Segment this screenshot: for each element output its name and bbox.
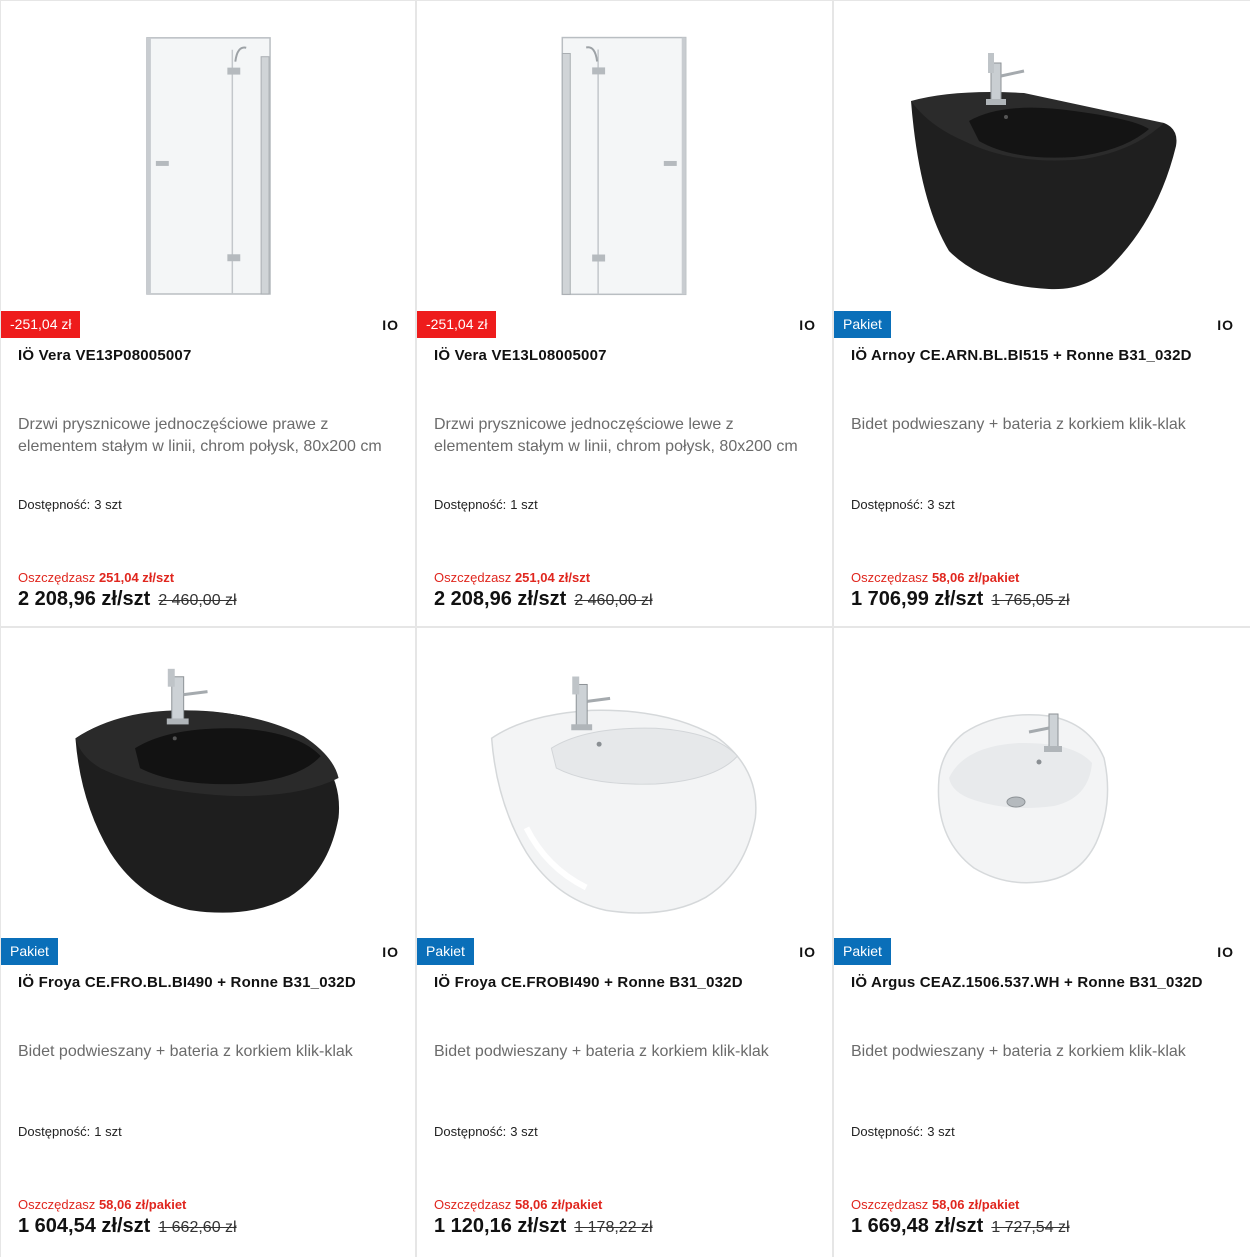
savings-amount: 58,06 zł/pakiet [514, 1197, 603, 1212]
bidet-image [75, 668, 340, 913]
savings-amount: 251,04 zł/szt [98, 570, 175, 585]
savings-label: Oszczędzasz [851, 1197, 929, 1212]
product-title[interactable]: IÖ Arnoy CE.ARN.BL.BI515 + Ronne B31_032… [851, 347, 1240, 364]
product-description: Bidet podwieszany + bateria z korkiem kl… [18, 1043, 353, 1060]
product-card[interactable]: Pakiet IO IÖ Froya CE.FROBI490 + Ronne B… [417, 628, 834, 1257]
product-card[interactable]: -251,04 zł IO IÖ Vera VE13P08005007 Drzw… [0, 0, 417, 628]
bidet-image [490, 676, 757, 914]
availability-value: 3 szt [510, 1124, 538, 1139]
availability-label: Dostępność: [18, 1124, 91, 1139]
shower-door-image [561, 36, 687, 296]
shower-door-image [146, 37, 271, 295]
old-price: 1 727,54 zł [991, 1219, 1070, 1236]
price-row: 1 706,99 zł/szt 1 765,05 zł [851, 588, 1070, 611]
price-row: 1 120,16 zł/szt 1 178,22 zł [434, 1215, 653, 1238]
old-price: 1 765,05 zł [991, 592, 1070, 609]
brand-mark: IO [1217, 317, 1234, 333]
current-price: 1 120,16 zł/szt [434, 1215, 567, 1237]
current-price: 1 669,48 zł/szt [851, 1215, 984, 1237]
product-description: Drzwi prysznicowe jednoczęściowe prawe z… [18, 416, 382, 455]
pakiet-badge: Pakiet [834, 311, 891, 338]
product-description: Drzwi prysznicowe jednoczęściowe lewe z … [434, 416, 798, 455]
availability-label: Dostępność: [434, 1124, 507, 1139]
brand-mark: IO [382, 944, 399, 960]
old-price: 2 460,00 zł [158, 592, 237, 609]
brand-mark: IO [799, 944, 816, 960]
product-title[interactable]: IÖ Argus CEAZ.1506.537.WH + Ronne B31_03… [851, 974, 1240, 991]
current-price: 2 208,96 zł/szt [18, 588, 151, 610]
product-card[interactable]: Pakiet IO IÖ Argus CEAZ.1506.537.WH + Ro… [834, 628, 1250, 1257]
product-title[interactable]: IÖ Vera VE13P08005007 [18, 347, 405, 364]
brand-mark: IO [799, 317, 816, 333]
savings: Oszczędzasz 58,06 zł/pakiet [18, 1197, 186, 1212]
product-card[interactable]: Pakiet IO IÖ Arnoy CE.ARN.BL.BI515 + Ron… [834, 0, 1250, 628]
product-image[interactable] [834, 1, 1250, 309]
product-description: Bidet podwieszany + bateria z korkiem kl… [434, 1043, 769, 1060]
current-price: 1 706,99 zł/szt [851, 588, 984, 610]
availability-label: Dostępność: [851, 1124, 924, 1139]
product-card[interactable]: -251,04 zł IO IÖ Vera VE13L08005007 Drzw… [417, 0, 834, 628]
availability-value: 3 szt [927, 1124, 955, 1139]
price-row: 1 604,54 zł/szt 1 662,60 zł [18, 1215, 237, 1238]
savings-label: Oszczędzasz [434, 570, 512, 585]
brand-mark: IO [1217, 944, 1234, 960]
price-row: 2 208,96 zł/szt 2 460,00 zł [18, 588, 237, 611]
availability-value: 1 szt [510, 497, 538, 512]
savings: Oszczędzasz 58,06 zł/pakiet [434, 1197, 602, 1212]
savings: Oszczędzasz 58,06 zł/pakiet [851, 1197, 1019, 1212]
product-grid: -251,04 zł IO IÖ Vera VE13P08005007 Drzw… [0, 0, 1250, 1257]
pakiet-badge: Pakiet [1, 938, 58, 965]
price-row: 2 208,96 zł/szt 2 460,00 zł [434, 588, 653, 611]
savings-amount: 58,06 zł/pakiet [98, 1197, 187, 1212]
brand-mark: IO [382, 317, 399, 333]
product-image[interactable] [417, 1, 832, 309]
current-price: 1 604,54 zł/szt [18, 1215, 151, 1237]
current-price: 2 208,96 zł/szt [434, 588, 567, 610]
discount-badge: -251,04 zł [417, 311, 497, 338]
bidet-image [937, 713, 1109, 884]
bidet-image [911, 53, 1177, 290]
savings-amount: 251,04 zł/szt [514, 570, 591, 585]
savings-amount: 58,06 zł/pakiet [931, 570, 1020, 585]
price-row: 1 669,48 zł/szt 1 727,54 zł [851, 1215, 1070, 1238]
savings-label: Oszczędzasz [434, 1197, 512, 1212]
product-description: Bidet podwieszany + bateria z korkiem kl… [851, 1043, 1186, 1060]
availability-value: 3 szt [927, 497, 955, 512]
old-price: 2 460,00 zł [574, 592, 653, 609]
availability-value: 1 szt [94, 1124, 122, 1139]
savings-label: Oszczędzasz [18, 1197, 96, 1212]
pakiet-badge: Pakiet [417, 938, 474, 965]
product-card[interactable]: Pakiet IO IÖ Froya CE.FRO.BL.BI490 + Ron… [0, 628, 417, 1257]
savings: Oszczędzasz 251,04 zł/szt [434, 570, 590, 585]
savings: Oszczędzasz 58,06 zł/pakiet [851, 570, 1019, 585]
savings-label: Oszczędzasz [851, 570, 929, 585]
savings-label: Oszczędzasz [18, 570, 96, 585]
product-title[interactable]: IÖ Vera VE13L08005007 [434, 347, 822, 364]
availability-label: Dostępność: [18, 497, 91, 512]
product-title[interactable]: IÖ Froya CE.FRO.BL.BI490 + Ronne B31_032… [18, 974, 405, 991]
old-price: 1 178,22 zł [574, 1219, 653, 1236]
old-price: 1 662,60 zł [158, 1219, 237, 1236]
availability: Dostępność: 3 szt [851, 1124, 955, 1139]
availability: Dostępność: 1 szt [434, 497, 538, 512]
availability-value: 3 szt [94, 497, 122, 512]
product-image[interactable] [417, 628, 832, 936]
availability: Dostępność: 3 szt [18, 497, 122, 512]
availability-label: Dostępność: [434, 497, 507, 512]
product-image[interactable] [1, 1, 415, 309]
product-image[interactable] [834, 628, 1250, 936]
availability: Dostępność: 3 szt [851, 497, 955, 512]
savings: Oszczędzasz 251,04 zł/szt [18, 570, 174, 585]
availability: Dostępność: 3 szt [434, 1124, 538, 1139]
savings-amount: 58,06 zł/pakiet [931, 1197, 1020, 1212]
product-image[interactable] [1, 628, 415, 936]
product-description: Bidet podwieszany + bateria z korkiem kl… [851, 416, 1186, 433]
availability: Dostępność: 1 szt [18, 1124, 122, 1139]
product-title[interactable]: IÖ Froya CE.FROBI490 + Ronne B31_032D [434, 974, 822, 991]
availability-label: Dostępność: [851, 497, 924, 512]
discount-badge: -251,04 zł [1, 311, 81, 338]
pakiet-badge: Pakiet [834, 938, 891, 965]
